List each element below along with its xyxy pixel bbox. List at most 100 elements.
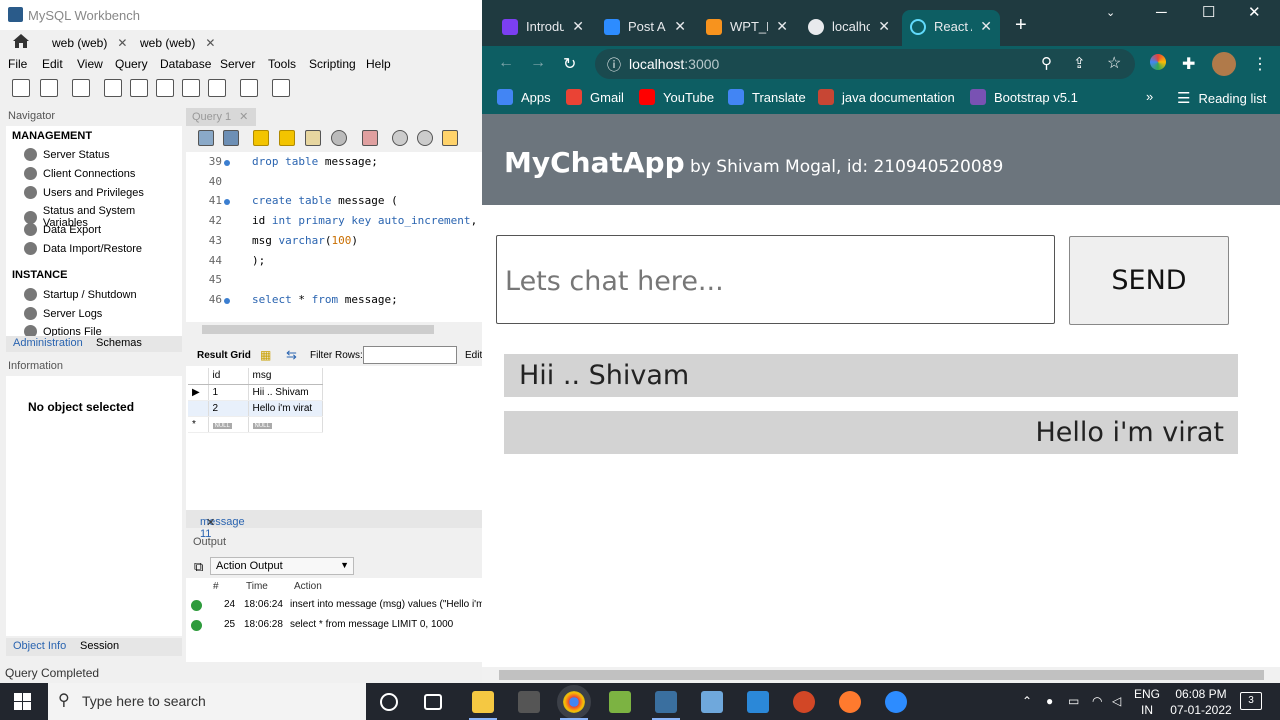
menu-database[interactable]: Database xyxy=(160,57,211,71)
column-header[interactable]: id xyxy=(208,368,249,385)
close-icon[interactable]: ✕ xyxy=(878,18,890,35)
table-cell[interactable]: Hii .. Shivam xyxy=(248,384,323,401)
table-cell[interactable]: 1 xyxy=(208,384,249,401)
close-icon[interactable]: ✕ xyxy=(206,516,215,529)
query-tab[interactable]: Query 1 ✕ xyxy=(186,108,256,126)
close-icon[interactable]: ✕ xyxy=(674,18,686,35)
output-type-select[interactable]: Action Output ▼ xyxy=(210,557,354,575)
file-explorer-icon[interactable] xyxy=(472,691,494,713)
zoom-app-icon[interactable] xyxy=(885,691,907,713)
tab-session[interactable]: Session xyxy=(80,640,119,652)
zoom-icon[interactable]: ⚲ xyxy=(1041,54,1052,72)
home-icon[interactable] xyxy=(12,33,30,49)
tab-search-icon[interactable]: ⌄ xyxy=(1106,6,1115,19)
chrome-taskbar-icon[interactable] xyxy=(557,685,591,719)
table-cell[interactable]: 2 xyxy=(208,400,249,417)
postman-icon[interactable] xyxy=(839,691,861,713)
window-close-icon[interactable]: ✕ xyxy=(1248,3,1261,21)
menu-edit[interactable]: Edit xyxy=(42,57,63,71)
table-row-new[interactable]: * NULL NULL xyxy=(188,416,323,433)
output-row[interactable]: 24 18:06:24 insert into message (msg) va… xyxy=(186,595,482,615)
nav-startup-shutdown[interactable]: Startup / Shutdown xyxy=(24,288,137,301)
menu-view[interactable]: View xyxy=(77,57,103,71)
scrollbar-thumb[interactable] xyxy=(202,325,434,334)
bookmark-youtube[interactable]: YouTube xyxy=(639,89,714,105)
explain-icon[interactable] xyxy=(305,130,321,146)
output-row[interactable]: 25 18:06:28 select * from message LIMIT … xyxy=(186,615,482,635)
execute-icon[interactable] xyxy=(253,130,269,146)
clock[interactable]: 06:08 PM 07-01-2022 xyxy=(1168,687,1234,717)
search-table-icon[interactable] xyxy=(240,79,258,97)
menu-help[interactable]: Help xyxy=(366,57,391,71)
browser-tab[interactable]: Introdu ✕ xyxy=(494,10,592,46)
powerpoint-icon[interactable] xyxy=(793,691,815,713)
nav-data-export[interactable]: Data Export xyxy=(24,223,101,236)
nav-server-logs[interactable]: Server Logs xyxy=(24,307,102,320)
forward-icon[interactable]: → xyxy=(530,54,546,72)
menu-server[interactable]: Server xyxy=(220,57,255,71)
tray-overflow-icon[interactable]: ⌃ xyxy=(1022,694,1032,708)
address-bar[interactable]: ⓘ localhost:3000 ⚲ ⇪ ☆ xyxy=(595,49,1135,79)
rollback-icon[interactable] xyxy=(417,130,433,146)
tab-object-info[interactable]: Object Info xyxy=(13,640,66,652)
new-sql-tab-icon[interactable] xyxy=(12,79,30,97)
new-tab-icon[interactable]: + xyxy=(1015,14,1027,37)
menu-kebab-icon[interactable]: ⋮ xyxy=(1252,54,1268,74)
more-bookmarks-button[interactable]: » xyxy=(1146,89,1153,104)
bookmark-apps[interactable]: Apps xyxy=(497,89,551,105)
photos-icon[interactable] xyxy=(701,691,723,713)
bookmark-star-icon[interactable]: ☆ xyxy=(1107,53,1121,73)
mysql-workbench-taskbar-icon[interactable] xyxy=(655,691,677,713)
browser-tab-active[interactable]: React A ✕ xyxy=(902,10,1000,46)
table-row[interactable]: ▶ 1 Hii .. Shivam xyxy=(188,384,323,401)
message-result-tab[interactable]: message 11 ✕ xyxy=(186,510,482,540)
chat-message-input[interactable]: Lets chat here... xyxy=(496,235,1055,324)
create-schema-icon[interactable] xyxy=(104,79,122,97)
close-icon[interactable]: ✕ xyxy=(980,18,992,35)
grid-view-icon[interactable]: ▦ xyxy=(260,348,271,362)
minimize-icon[interactable]: ─ xyxy=(1156,4,1167,21)
save-icon[interactable] xyxy=(223,130,239,146)
table-cell[interactable]: NULL xyxy=(208,416,249,433)
inspector-icon[interactable] xyxy=(72,79,90,97)
notepad-plus-icon[interactable] xyxy=(609,691,631,713)
volume-icon[interactable]: ◁ xyxy=(1112,694,1121,708)
share-icon[interactable]: ⇪ xyxy=(1073,54,1086,72)
tab-schemas[interactable]: Schemas xyxy=(96,337,142,349)
site-info-icon[interactable]: ⓘ xyxy=(607,55,621,75)
connection-tab[interactable]: web (web) ✕ xyxy=(126,32,224,54)
close-icon[interactable]: ✕ xyxy=(572,18,584,35)
nav-users-privileges[interactable]: Users and Privileges xyxy=(24,186,144,199)
calculator-icon[interactable] xyxy=(518,691,540,713)
browser-tab[interactable]: WPT_F ✕ xyxy=(698,10,796,46)
scrollbar-thumb[interactable] xyxy=(499,670,1264,680)
maximize-icon[interactable]: ☐ xyxy=(1202,3,1215,21)
task-view-icon[interactable] xyxy=(424,694,442,710)
browser-tab[interactable]: Post A ✕ xyxy=(596,10,694,46)
menu-file[interactable]: File xyxy=(8,57,27,71)
code-line[interactable]: msg varchar(100) xyxy=(252,234,358,247)
reading-list-button[interactable]: ☰ Reading list xyxy=(1177,89,1266,107)
connection-tab[interactable]: web (web) ✕ xyxy=(38,32,136,54)
taskbar-search-box[interactable]: ⚲ Type here to search xyxy=(48,683,366,720)
table-row[interactable]: 2 Hello i'm virat xyxy=(188,400,323,417)
execute-statement-icon[interactable] xyxy=(279,130,295,146)
code-line[interactable]: id int primary key auto_increment, xyxy=(252,214,477,227)
table-cell[interactable]: Hello i'm virat xyxy=(248,400,323,417)
code-line[interactable]: drop table message; xyxy=(252,155,378,168)
create-procedure-icon[interactable] xyxy=(182,79,200,97)
back-icon[interactable]: ← xyxy=(498,54,514,72)
create-function-icon[interactable] xyxy=(208,79,226,97)
language-indicator[interactable]: ENG IN xyxy=(1133,687,1161,717)
vscode-icon[interactable] xyxy=(747,691,769,713)
page-horizontal-scrollbar[interactable] xyxy=(482,667,1280,683)
editor-scrollbar[interactable] xyxy=(186,322,482,336)
sql-editor[interactable]: 39 drop table message; 40 41 create table me… xyxy=(186,152,482,322)
bookmark-translate[interactable]: Translate xyxy=(728,89,806,105)
filter-rows-input[interactable] xyxy=(363,346,457,364)
bookmark-bootstrap[interactable]: Bootstrap v5.1 xyxy=(970,89,1078,105)
code-line[interactable]: select * from message; xyxy=(252,293,398,306)
cortana-icon[interactable] xyxy=(380,693,398,711)
open-file-icon[interactable] xyxy=(198,130,214,146)
windows-start-icon[interactable] xyxy=(14,693,31,710)
